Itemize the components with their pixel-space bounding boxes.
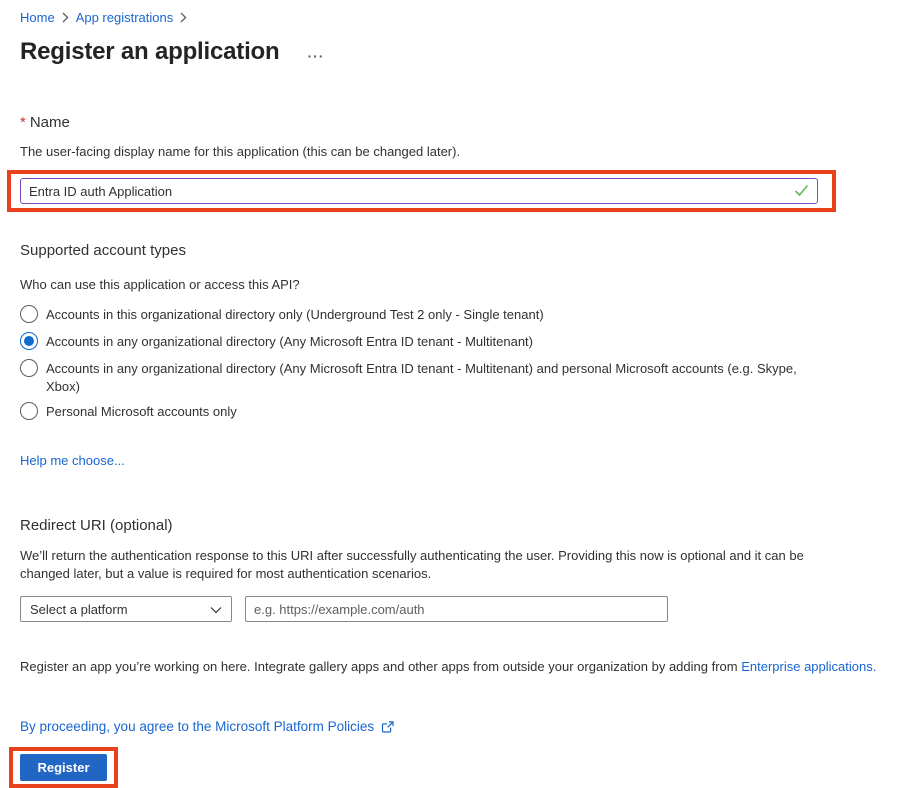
more-options-icon[interactable]: ···: [307, 41, 324, 63]
account-type-option-single-tenant[interactable]: Accounts in this organizational director…: [20, 305, 889, 324]
help-me-choose-link[interactable]: Help me choose...: [20, 453, 125, 468]
account-type-option-multitenant[interactable]: Accounts in any organizational directory…: [20, 332, 889, 351]
external-link-icon: [380, 720, 395, 734]
register-application-page: Home App registrations Register an appli…: [0, 0, 909, 788]
app-name-input[interactable]: [20, 178, 818, 204]
name-input-annotation-box: [7, 170, 836, 212]
chevron-right-icon: [62, 12, 69, 23]
account-type-option-personal-only[interactable]: Personal Microsoft accounts only: [20, 402, 889, 421]
policy-row: By proceeding, you agree to the Microsof…: [20, 719, 889, 734]
redirect-uri-input[interactable]: [245, 596, 668, 622]
breadcrumb-app-registrations-link[interactable]: App registrations: [76, 10, 174, 25]
account-types-radio-group: Accounts in this organizational director…: [20, 305, 889, 421]
redirect-uri-controls: Select a platform: [20, 596, 889, 622]
chevron-right-icon: [180, 12, 187, 23]
radio-label: Accounts in any organizational directory…: [38, 359, 798, 396]
radio-label: Accounts in any organizational directory…: [38, 332, 533, 351]
radio-icon[interactable]: [20, 305, 38, 323]
account-types-question: Who can use this application or access t…: [20, 277, 889, 292]
enterprise-applications-link[interactable]: Enterprise applications: [741, 659, 873, 674]
breadcrumb: Home App registrations: [20, 10, 889, 25]
checkmark-icon: [794, 184, 809, 202]
name-label-text: Name: [30, 114, 70, 131]
title-row: Register an application ···: [20, 38, 889, 66]
register-button-annotation-box: Register: [9, 747, 118, 788]
redirect-uri-heading: Redirect URI (optional): [20, 517, 889, 534]
name-field-description: The user-facing display name for this ap…: [20, 144, 889, 159]
enterprise-note: Register an app you’re working on here. …: [20, 658, 889, 676]
platform-select-value: Select a platform: [30, 602, 128, 617]
radio-icon[interactable]: [20, 359, 38, 377]
enterprise-note-period: .: [873, 659, 877, 674]
platform-policies-link[interactable]: By proceeding, you agree to the Microsof…: [20, 719, 374, 734]
radio-icon[interactable]: [20, 402, 38, 420]
breadcrumb-home-link[interactable]: Home: [20, 10, 55, 25]
name-field-label: *Name: [20, 114, 889, 131]
radio-label: Personal Microsoft accounts only: [38, 402, 237, 421]
chevron-down-icon: [210, 602, 222, 617]
radio-icon[interactable]: [20, 332, 38, 350]
page-title: Register an application: [20, 38, 279, 66]
enterprise-note-text: Register an app you’re working on here. …: [20, 659, 741, 674]
radio-label: Accounts in this organizational director…: [38, 305, 544, 324]
redirect-uri-description: We’ll return the authentication response…: [20, 547, 835, 583]
register-button[interactable]: Register: [20, 754, 107, 781]
name-input-wrap: [20, 178, 818, 204]
platform-select-dropdown[interactable]: Select a platform: [20, 596, 232, 622]
account-type-option-multitenant-personal[interactable]: Accounts in any organizational directory…: [20, 359, 889, 396]
supported-account-types-heading: Supported account types: [20, 242, 889, 259]
required-marker: *: [20, 114, 26, 131]
